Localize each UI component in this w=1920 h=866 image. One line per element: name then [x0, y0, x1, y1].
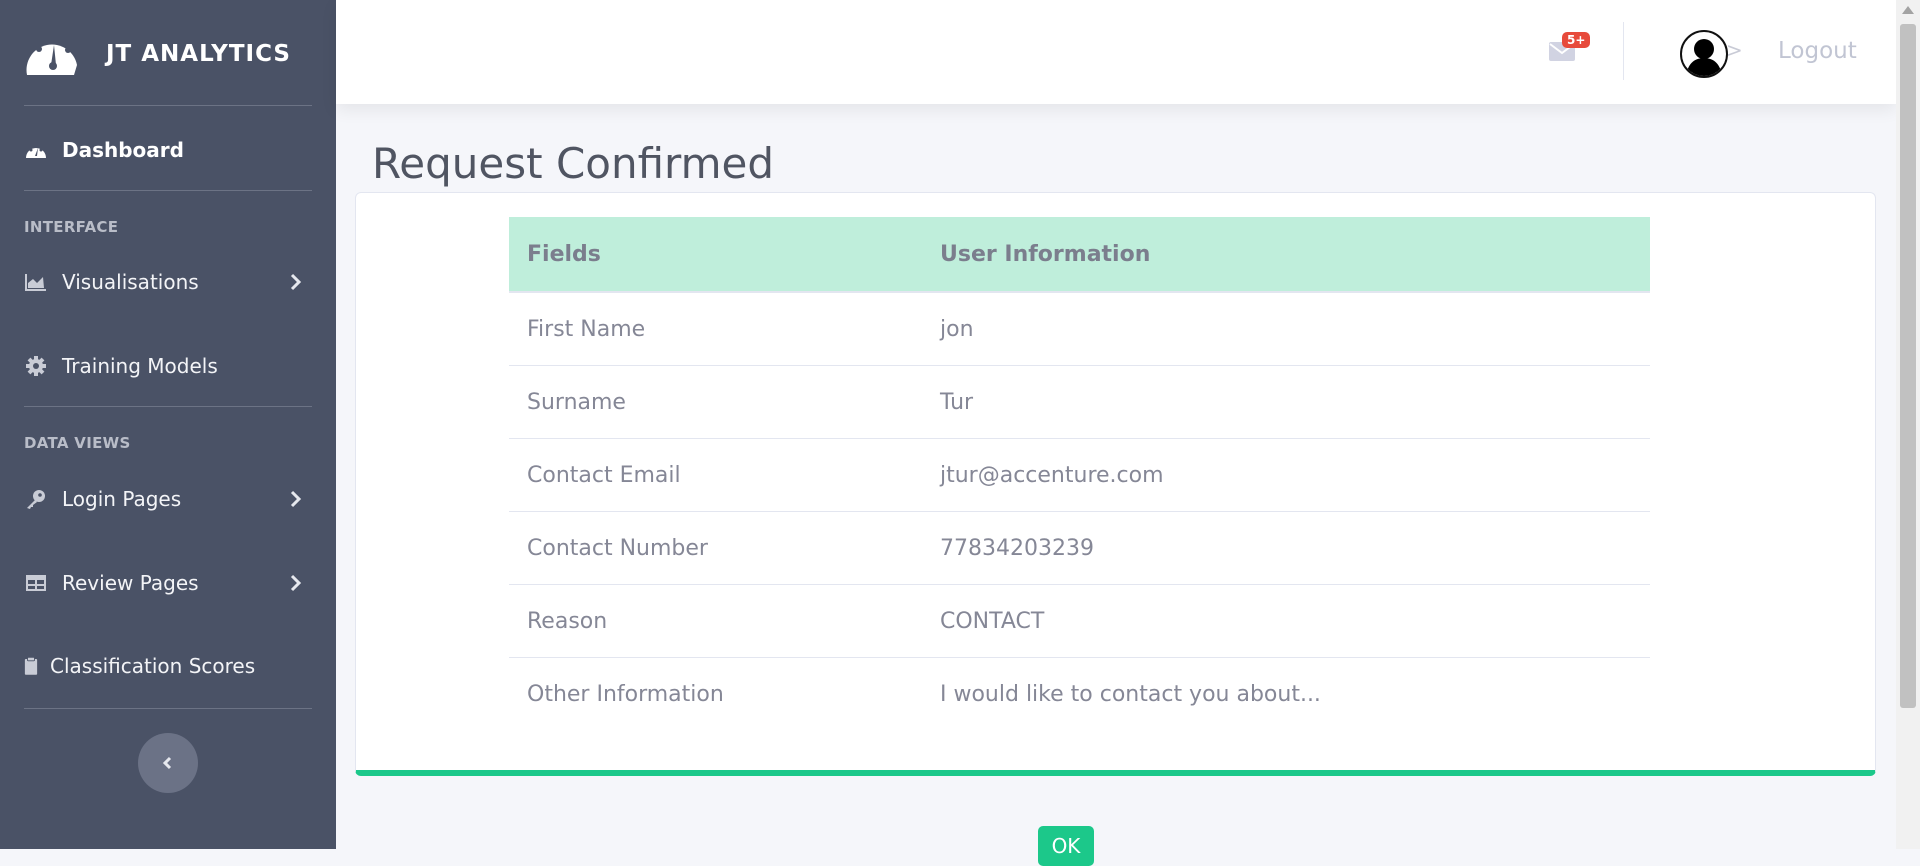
sidebar: JT ANALYTICS Dashboard INTERFACE Visuali…: [0, 0, 336, 849]
table-icon: [24, 571, 48, 595]
sidebar-item-classification-scores[interactable]: Classification Scores: [24, 648, 314, 684]
topbar-divider: [1623, 22, 1624, 80]
notification-badge: 5+: [1562, 32, 1591, 48]
field-value: 77834203239: [922, 511, 1650, 585]
field-value: Tur: [922, 365, 1650, 439]
topbar: 5+ > Logout: [336, 0, 1896, 104]
sidebar-item-label: Training Models: [62, 354, 218, 378]
field-value: CONTACT: [922, 584, 1650, 658]
sidebar-item-training-models[interactable]: Training Models: [24, 348, 314, 384]
gear-icon: [24, 354, 48, 378]
sidebar-item-login-pages[interactable]: Login Pages: [24, 481, 314, 517]
chevron-right-icon: [290, 574, 302, 592]
sidebar-item-label: Visualisations: [62, 270, 199, 294]
tachometer-icon: [24, 138, 48, 162]
logout-link[interactable]: Logout: [1778, 38, 1857, 64]
avatar-caret: >: [1726, 38, 1743, 62]
ok-button[interactable]: OK: [1038, 826, 1094, 866]
area-chart-icon: [24, 270, 48, 294]
table-row: Contact Email jtur@accenture.com: [509, 438, 1650, 512]
sidebar-divider: [24, 406, 312, 407]
brand[interactable]: JT ANALYTICS: [24, 26, 291, 82]
scrollbar-thumb[interactable]: [1900, 24, 1916, 708]
field-label: Contact Email: [509, 438, 922, 512]
confirmation-card: Fields User Information First Name jon S…: [355, 192, 1876, 776]
avatar[interactable]: [1680, 30, 1728, 78]
sidebar-divider: [24, 190, 312, 191]
key-icon: [24, 487, 48, 511]
scroll-up-arrow-icon[interactable]: [1902, 6, 1914, 14]
field-value: I would like to contact you about...: [940, 681, 1321, 707]
column-header-user-information: User Information: [922, 217, 1650, 293]
user-info-table: Fields User Information First Name jon S…: [509, 217, 1650, 730]
user-silhouette-icon: [1686, 39, 1722, 76]
table-row: Contact Number 77834203239: [509, 511, 1650, 585]
sidebar-item-label: Classification Scores: [50, 654, 256, 678]
page-title: Request Confirmed: [372, 139, 774, 188]
field-label: Reason: [509, 584, 922, 658]
sidebar-item-label: Login Pages: [62, 487, 182, 511]
sidebar-toggle-button[interactable]: [138, 733, 198, 793]
table-row: Other Information I would like to contac…: [509, 658, 1650, 731]
section-heading-data-views: DATA VIEWS: [24, 434, 131, 452]
tachometer-logo-icon: [26, 37, 78, 75]
field-label: First Name: [509, 292, 922, 366]
page-scrollbar[interactable]: [1896, 0, 1920, 849]
brand-title: JT ANALYTICS: [106, 41, 291, 67]
section-heading-interface: INTERFACE: [24, 218, 119, 236]
column-header-fields: Fields: [509, 217, 922, 293]
clipboard-icon: [24, 654, 38, 678]
field-label: Contact Number: [509, 511, 922, 585]
table-row: Reason CONTACT: [509, 584, 1650, 658]
sidebar-item-label: Review Pages: [62, 571, 199, 595]
chevron-right-icon: [290, 273, 302, 291]
table-row: First Name jon: [509, 292, 1650, 366]
sidebar-item-review-pages[interactable]: Review Pages: [24, 565, 314, 601]
chevron-left-icon: [162, 756, 172, 770]
sidebar-divider: [24, 105, 312, 106]
field-value: jon: [922, 292, 1650, 366]
table-header-row: Fields User Information: [509, 217, 1650, 293]
sidebar-item-visualisations[interactable]: Visualisations: [24, 264, 314, 300]
sidebar-divider: [24, 708, 312, 709]
chevron-right-icon: [290, 490, 302, 508]
field-value: jtur@accenture.com: [922, 438, 1650, 512]
field-label: Other Information: [527, 681, 724, 707]
table-row: Surname Tur: [509, 365, 1650, 439]
sidebar-item-dashboard[interactable]: Dashboard: [24, 132, 314, 168]
sidebar-item-label: Dashboard: [62, 138, 184, 162]
field-label: Surname: [509, 365, 922, 439]
